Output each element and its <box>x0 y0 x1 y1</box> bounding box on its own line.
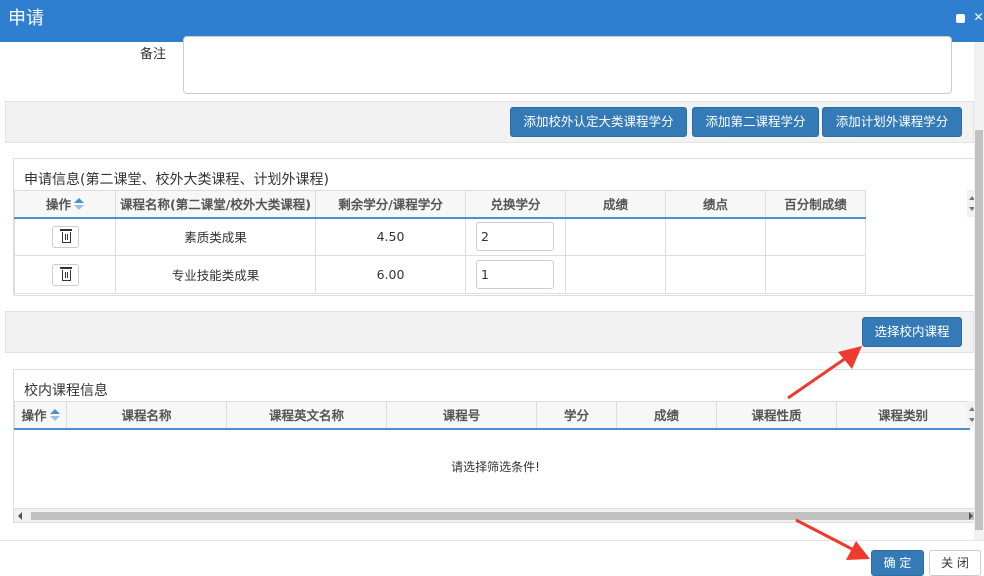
column-header-course-name[interactable]: 课程名称 <box>66 401 227 430</box>
exchange-credit-input[interactable] <box>476 222 554 252</box>
remark-textarea[interactable] <box>183 36 952 94</box>
column-header-course-name[interactable]: 课程名称(第二课堂/校外大类课程) <box>115 190 316 219</box>
add-credit-toolbar: 添加校外认定大类课程学分 添加第二课程学分 添加计划外课程学分 <box>5 101 974 143</box>
confirm-button[interactable]: 确 定 <box>871 550 924 576</box>
gpa-cell <box>665 255 766 294</box>
empty-message: 请选择筛选条件! <box>451 460 540 474</box>
campus-course-table: 操作 课程名称 课程英文名称 课程号 学分 成绩 课程性质 课程类别 <box>14 401 970 430</box>
column-header-operation[interactable]: 操作 <box>14 190 116 219</box>
column-header-score[interactable]: 成绩 <box>616 401 717 430</box>
close-icon[interactable]: ✕ <box>973 11 984 23</box>
dialog-title: 申请 <box>8 8 44 29</box>
table-row: 专业技能类成果 6.00 <box>14 255 866 294</box>
column-header-percent-score[interactable]: 百分制成绩 <box>765 190 866 219</box>
column-header-course-nature[interactable]: 课程性质 <box>716 401 837 430</box>
course-name-cell: 素质类成果 <box>115 217 316 256</box>
table-row: 素质类成果 4.50 <box>14 217 866 256</box>
campus-course-panel: 校内课程信息 操作 课程名称 课程英文名称 课程号 学分 成绩 课程性质 课程类… <box>13 369 978 523</box>
select-campus-course-button[interactable]: 选择校内课程 <box>862 317 962 347</box>
hscroll-thumb[interactable] <box>31 512 974 520</box>
trash-icon <box>59 228 72 243</box>
add-second-course-credit-button[interactable]: 添加第二课程学分 <box>692 107 819 137</box>
exchange-credit-input[interactable] <box>476 260 554 289</box>
scroll-left-icon[interactable] <box>18 512 22 520</box>
remark-label: 备注 <box>140 47 167 62</box>
apply-info-title: 申请信息(第二课堂、校外大类课程、计划外课程) <box>24 172 329 188</box>
dialog-footer: 确 定 关 闭 <box>0 540 984 576</box>
close-button[interactable]: 关 闭 <box>929 550 981 576</box>
course-table-hscroll[interactable] <box>14 508 977 522</box>
column-header-score[interactable]: 成绩 <box>565 190 666 219</box>
apply-info-table: 操作 课程名称(第二课堂/校外大类课程) 剩余学分/课程学分 兑换学分 成绩 绩… <box>14 190 866 294</box>
score-cell <box>565 217 666 256</box>
column-header-credit[interactable]: 学分 <box>536 401 617 430</box>
page-vscroll-thumb[interactable] <box>975 130 983 530</box>
add-external-category-credit-button[interactable]: 添加校外认定大类课程学分 <box>510 107 687 137</box>
select-course-toolbar: 选择校内课程 <box>5 311 974 353</box>
campus-course-title: 校内课程信息 <box>24 383 108 399</box>
column-header-exchange-credit[interactable]: 兑换学分 <box>465 190 566 219</box>
percent-score-cell <box>765 217 866 256</box>
column-header-remaining-credit[interactable]: 剩余学分/课程学分 <box>315 190 466 219</box>
delete-row-button[interactable] <box>51 263 79 286</box>
delete-row-button[interactable] <box>51 225 79 248</box>
remaining-credit-cell: 4.50 <box>315 217 466 256</box>
apply-info-panel: 申请信息(第二课堂、校外大类课程、计划外课程) 操作 课程名称(第二课堂/校外大… <box>13 158 978 296</box>
sort-icon[interactable] <box>74 198 84 211</box>
remaining-credit-cell: 6.00 <box>315 255 466 294</box>
column-header-course-category[interactable]: 课程类别 <box>836 401 970 430</box>
column-header-operation[interactable]: 操作 <box>14 401 67 430</box>
scroll-right-icon[interactable] <box>969 512 973 520</box>
add-unplanned-course-credit-button[interactable]: 添加计划外课程学分 <box>822 107 962 137</box>
column-header-course-english-name[interactable]: 课程英文名称 <box>226 401 387 430</box>
dialog-body: 备注 添加校外认定大类课程学分 添加第二课程学分 添加计划外课程学分 申请信息(… <box>0 36 984 540</box>
trash-icon <box>59 266 72 281</box>
percent-score-cell <box>765 255 866 294</box>
column-header-gpa[interactable]: 绩点 <box>665 190 766 219</box>
score-cell <box>565 255 666 294</box>
gpa-cell <box>665 217 766 256</box>
course-name-cell: 专业技能类成果 <box>115 255 316 294</box>
column-header-course-number[interactable]: 课程号 <box>386 401 537 430</box>
maximize-icon[interactable] <box>956 14 965 23</box>
sort-icon[interactable] <box>49 409 60 422</box>
page-vscroll[interactable] <box>974 42 984 540</box>
